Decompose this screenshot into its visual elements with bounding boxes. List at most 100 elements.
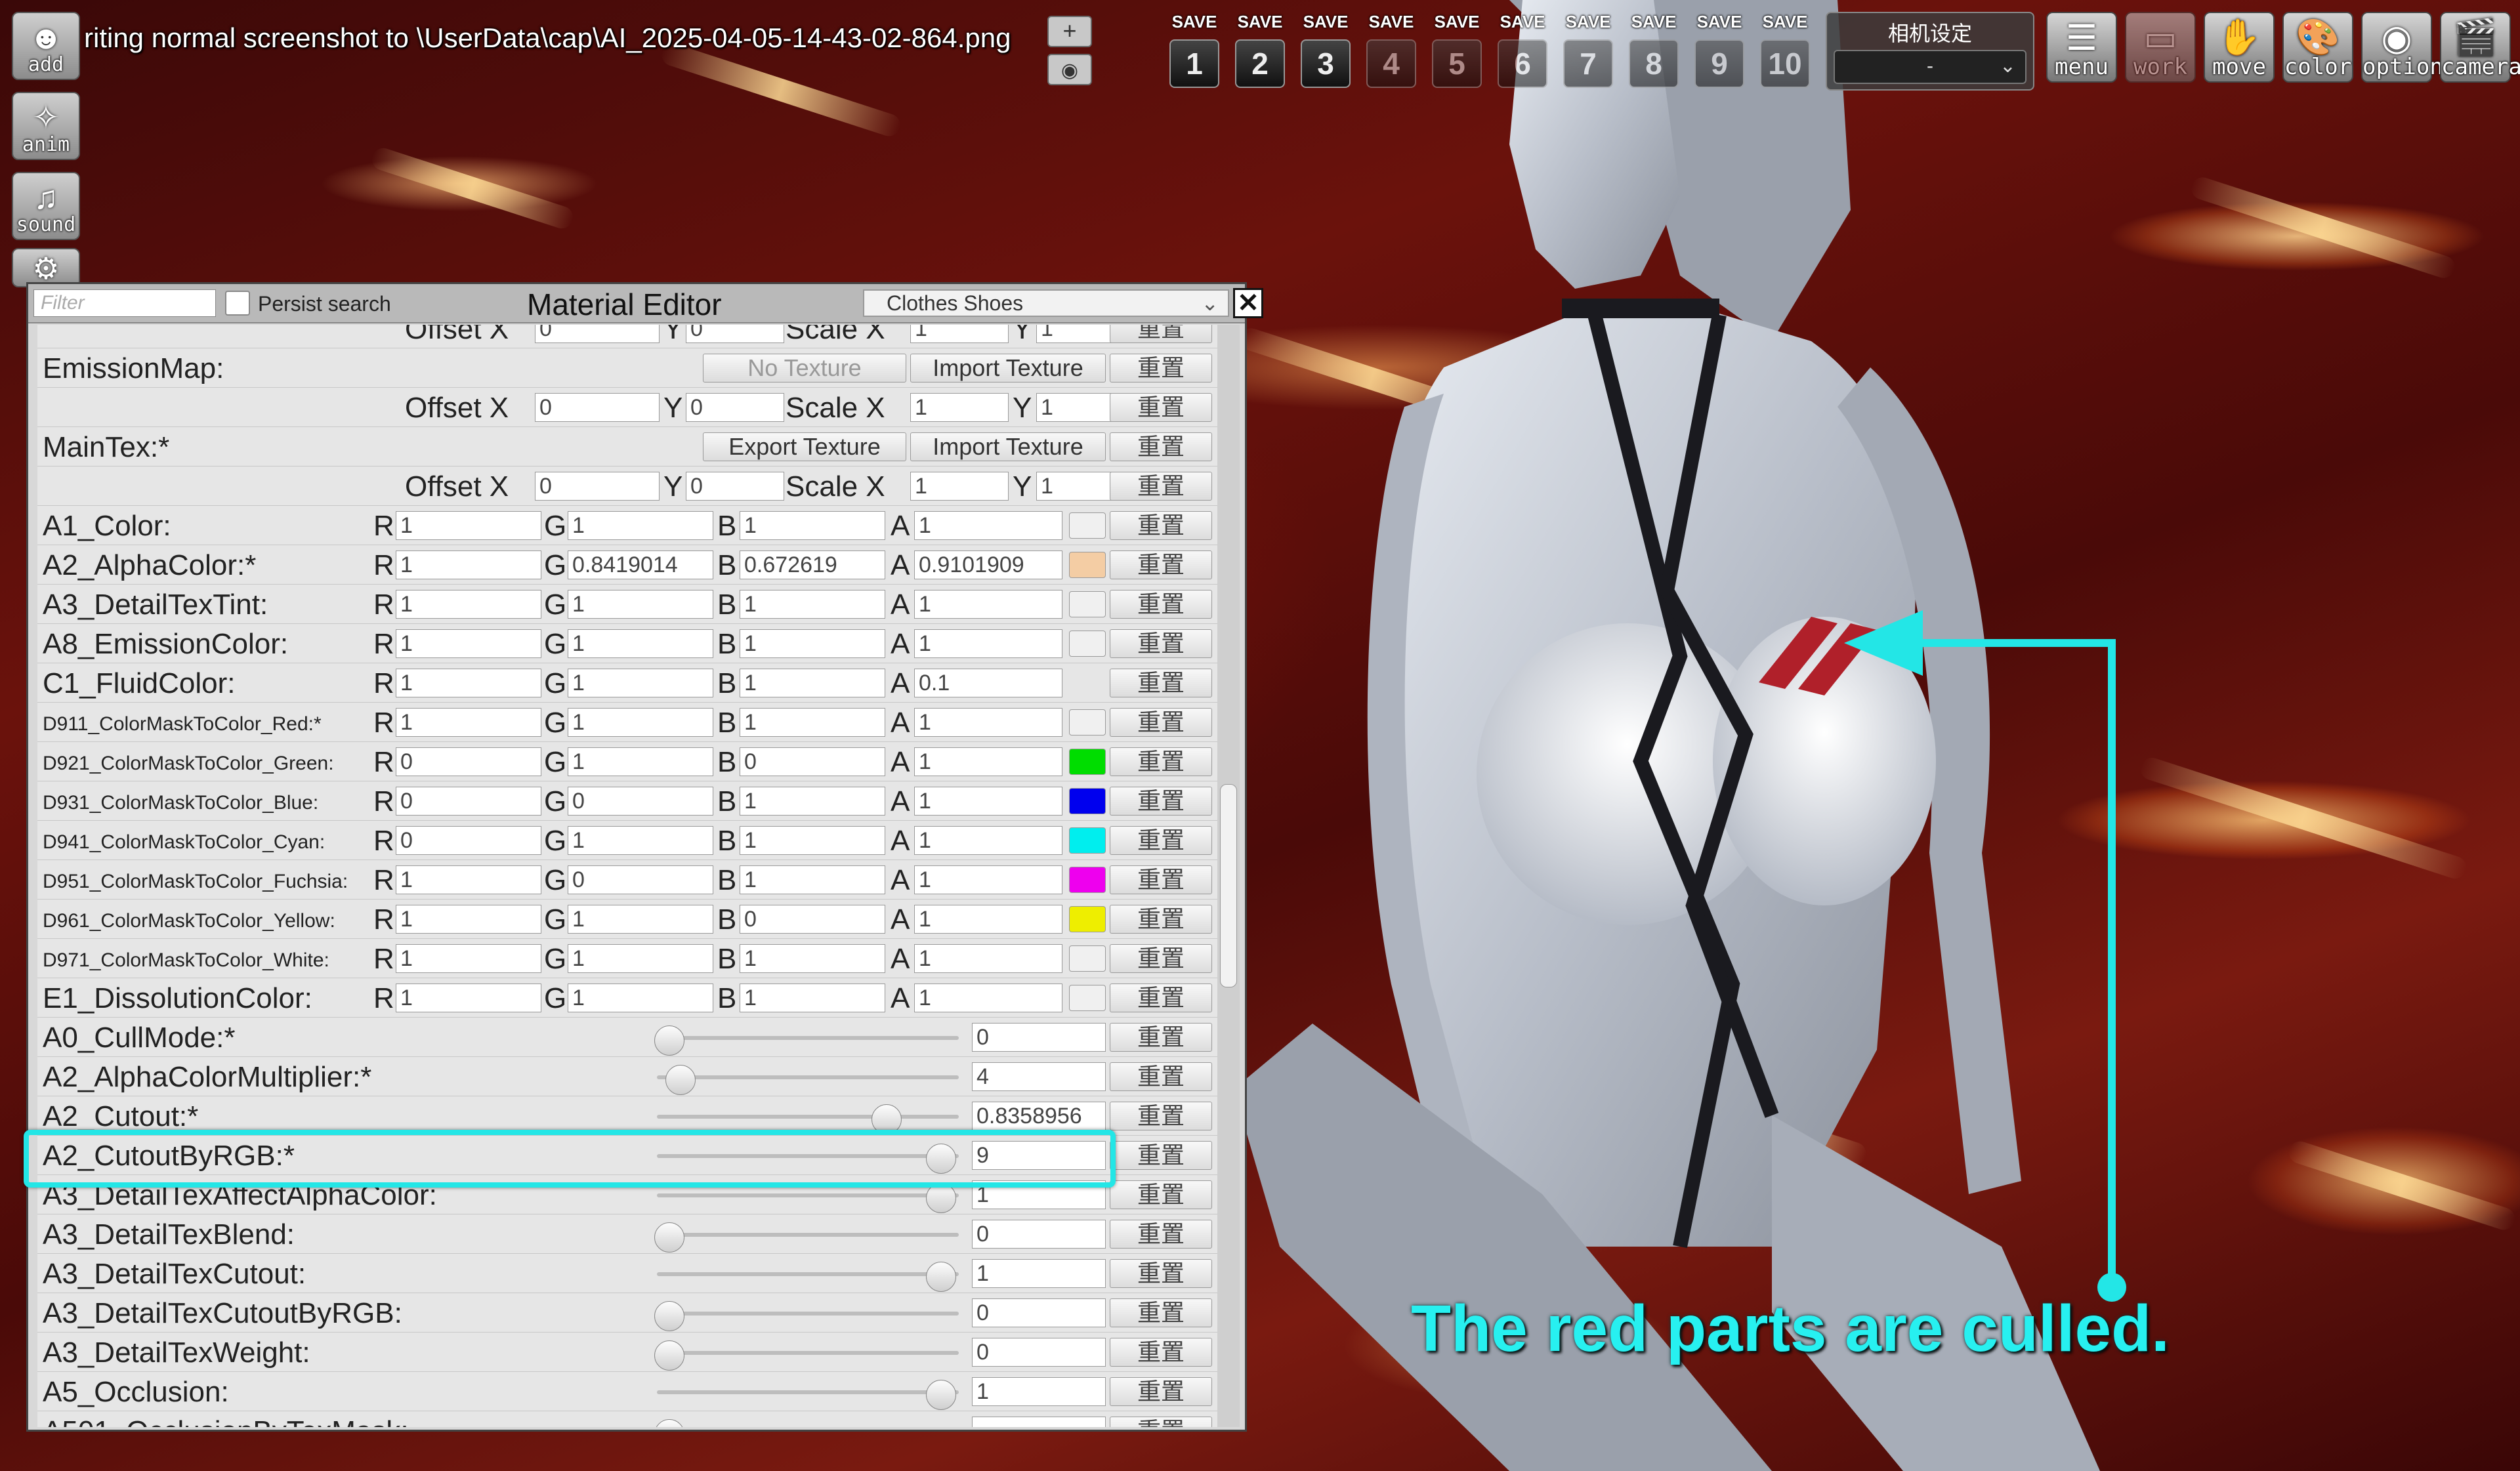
reset-button[interactable]: 重置 <box>1110 629 1212 658</box>
move-button[interactable]: ✋ move <box>2204 12 2275 83</box>
reset-button[interactable]: 重置 <box>1110 1180 1212 1209</box>
reset-button[interactable]: 重置 <box>1110 905 1212 934</box>
texture-action-button[interactable]: Export Texture <box>703 432 906 461</box>
value-field[interactable]: 0.8358956 <box>972 1102 1106 1130</box>
reset-button[interactable]: 重置 <box>1110 787 1212 816</box>
g-field[interactable]: 1 <box>568 708 713 737</box>
color-swatch[interactable] <box>1069 749 1106 775</box>
reset-button[interactable]: 重置 <box>1110 432 1212 461</box>
reset-button[interactable]: 重置 <box>1110 1338 1212 1367</box>
slider-thumb[interactable] <box>654 1419 684 1427</box>
save-slot-8[interactable]: SAVE 8 <box>1625 12 1683 91</box>
r-field[interactable]: 1 <box>396 550 541 579</box>
g-field[interactable]: 1 <box>568 669 713 697</box>
a-field[interactable]: 1 <box>914 708 1062 737</box>
add-button[interactable]: ☻ add <box>12 12 80 80</box>
slider-track[interactable] <box>657 1390 959 1394</box>
persist-search-checkbox[interactable] <box>225 291 250 316</box>
color-swatch[interactable] <box>1069 591 1106 617</box>
save-slot-4[interactable]: SAVE 4 <box>1362 12 1420 91</box>
g-field[interactable]: 1 <box>568 905 713 934</box>
filter-input[interactable]: Filter <box>33 289 216 317</box>
slider-track[interactable] <box>657 1036 959 1040</box>
value-field[interactable]: 1 <box>972 1377 1106 1406</box>
g-field[interactable]: 0 <box>568 787 713 816</box>
slider-thumb[interactable] <box>654 1301 684 1331</box>
texture-action-button[interactable]: No Texture <box>703 354 906 383</box>
color-swatch[interactable] <box>1069 552 1106 578</box>
reset-button[interactable]: 重置 <box>1110 1417 1212 1427</box>
reset-button[interactable]: 重置 <box>1110 708 1212 737</box>
value-field[interactable]: 1 <box>972 1259 1106 1288</box>
r-field[interactable]: 1 <box>396 865 541 894</box>
b-field[interactable]: 1 <box>740 944 885 973</box>
a-field[interactable]: 1 <box>914 511 1062 540</box>
slider-thumb[interactable] <box>926 1262 956 1292</box>
option-button[interactable]: ◉ option <box>2361 12 2443 83</box>
reset-button[interactable]: 重置 <box>1110 747 1212 776</box>
sound-button[interactable]: ♫ sound <box>12 172 80 240</box>
b-field[interactable]: 0 <box>740 747 885 776</box>
slider-thumb[interactable] <box>654 1026 684 1056</box>
b-field[interactable]: 1 <box>740 590 885 619</box>
r-field[interactable]: 1 <box>396 669 541 697</box>
slider-thumb[interactable] <box>926 1380 956 1410</box>
reset-button[interactable]: 重置 <box>1110 1298 1212 1327</box>
save-slot-7[interactable]: SAVE 7 <box>1559 12 1617 91</box>
slider-track[interactable] <box>657 1115 959 1119</box>
camera-settings-dropdown[interactable]: - ⌄ <box>1834 50 2026 84</box>
b-field[interactable]: 1 <box>740 708 885 737</box>
slider-track[interactable] <box>657 1233 959 1237</box>
reset-button[interactable]: 重置 <box>1110 1023 1212 1052</box>
reset-button[interactable]: 重置 <box>1110 984 1212 1012</box>
g-field[interactable]: 0 <box>568 865 713 894</box>
offset-x-field[interactable]: 0 <box>535 393 660 422</box>
camera-button[interactable]: 🎬 camera <box>2440 12 2520 83</box>
color-swatch[interactable] <box>1069 945 1106 972</box>
value-field[interactable]: 0 <box>972 1220 1106 1249</box>
reset-button[interactable]: 重置 <box>1110 1220 1212 1249</box>
slider-thumb[interactable] <box>654 1222 684 1253</box>
slider-track[interactable] <box>657 1075 959 1079</box>
b-field[interactable]: 1 <box>740 787 885 816</box>
reset-button[interactable]: 重置 <box>1110 865 1212 894</box>
value-field[interactable]: 0 <box>972 1338 1106 1367</box>
color-swatch[interactable] <box>1069 631 1106 657</box>
reset-button[interactable]: 重置 <box>1110 354 1212 383</box>
object-select-dropdown[interactable]: Clothes Shoes ⌄ <box>863 289 1229 317</box>
slider-track[interactable] <box>657 1312 959 1316</box>
b-field[interactable]: 1 <box>740 511 885 540</box>
g-field[interactable]: 1 <box>568 511 713 540</box>
slider-track[interactable] <box>657 1351 959 1355</box>
reset-button[interactable]: 重置 <box>1110 393 1212 422</box>
a-field[interactable]: 1 <box>914 747 1062 776</box>
a-field[interactable]: 0.1 <box>914 669 1062 697</box>
reset-button[interactable]: 重置 <box>1110 325 1212 343</box>
save-slot-6[interactable]: SAVE 6 <box>1494 12 1551 91</box>
scale-x-field[interactable]: 1 <box>910 325 1009 343</box>
save-slot-3[interactable]: SAVE 3 <box>1297 12 1354 91</box>
slider-thumb[interactable] <box>665 1065 696 1095</box>
a-field[interactable]: 0.9101909 <box>914 550 1062 579</box>
a-field[interactable]: 1 <box>914 590 1062 619</box>
reset-button[interactable]: 重置 <box>1110 1062 1212 1091</box>
r-field[interactable]: 0 <box>396 826 541 855</box>
g-field[interactable]: 1 <box>568 747 713 776</box>
r-field[interactable]: 1 <box>396 944 541 973</box>
zoom-plus-button[interactable]: + <box>1047 16 1092 47</box>
a-field[interactable]: 1 <box>914 865 1062 894</box>
color-swatch[interactable] <box>1069 709 1106 736</box>
save-slot-2[interactable]: SAVE 2 <box>1231 12 1289 91</box>
r-field[interactable]: 1 <box>396 708 541 737</box>
offset-y-field[interactable]: 0 <box>686 472 784 501</box>
reset-button[interactable]: 重置 <box>1110 669 1212 697</box>
save-slot-1[interactable]: SAVE 1 <box>1166 12 1223 91</box>
g-field[interactable]: 1 <box>568 629 713 658</box>
b-field[interactable]: 1 <box>740 669 885 697</box>
color-button[interactable]: 🎨 color <box>2282 12 2353 83</box>
value-field[interactable]: 0 <box>972 1298 1106 1327</box>
menu-button[interactable]: ☰ menu <box>2046 12 2117 83</box>
reset-button[interactable]: 重置 <box>1110 826 1212 855</box>
value-field[interactable]: 4 <box>972 1062 1106 1091</box>
color-swatch[interactable] <box>1069 788 1106 814</box>
